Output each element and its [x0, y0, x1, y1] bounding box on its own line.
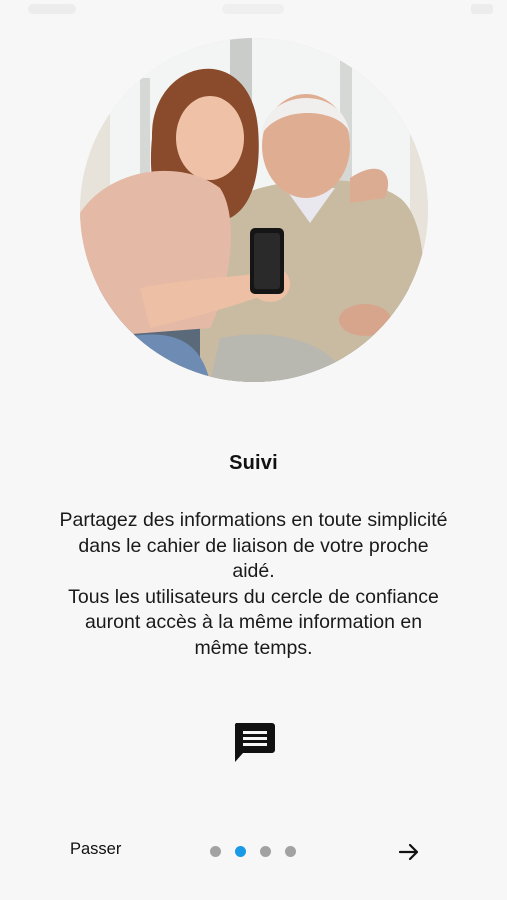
- page-dot[interactable]: [210, 846, 221, 857]
- next-button[interactable]: [397, 840, 421, 864]
- page-indicator: [210, 846, 296, 857]
- description-line: Partagez des informations en toute simpl…: [59, 509, 448, 531]
- description-line: aidé.: [232, 560, 275, 582]
- status-center: [222, 4, 284, 14]
- description-line: dans le cahier de liaison de votre proch…: [78, 534, 429, 557]
- page-dot[interactable]: [285, 846, 296, 857]
- status-bar: [0, 0, 507, 22]
- skip-button[interactable]: Passer: [70, 840, 121, 859]
- description-line: même temps.: [194, 636, 313, 659]
- page-dot-active[interactable]: [235, 846, 246, 857]
- description-line: Tous les utilisateurs du cercle de confi…: [68, 585, 439, 608]
- status-time: [28, 4, 76, 14]
- arrow-right-icon: [398, 843, 419, 861]
- slide-description: Partagez des informations en toute simpl…: [10, 508, 497, 661]
- slide-title: Suivi: [229, 452, 278, 474]
- battery-icon: [471, 4, 493, 14]
- chat-icon: [232, 722, 276, 764]
- description-line: auront accès à la même information en: [84, 611, 423, 633]
- hero-photo: [80, 38, 428, 382]
- page-dot[interactable]: [260, 846, 271, 857]
